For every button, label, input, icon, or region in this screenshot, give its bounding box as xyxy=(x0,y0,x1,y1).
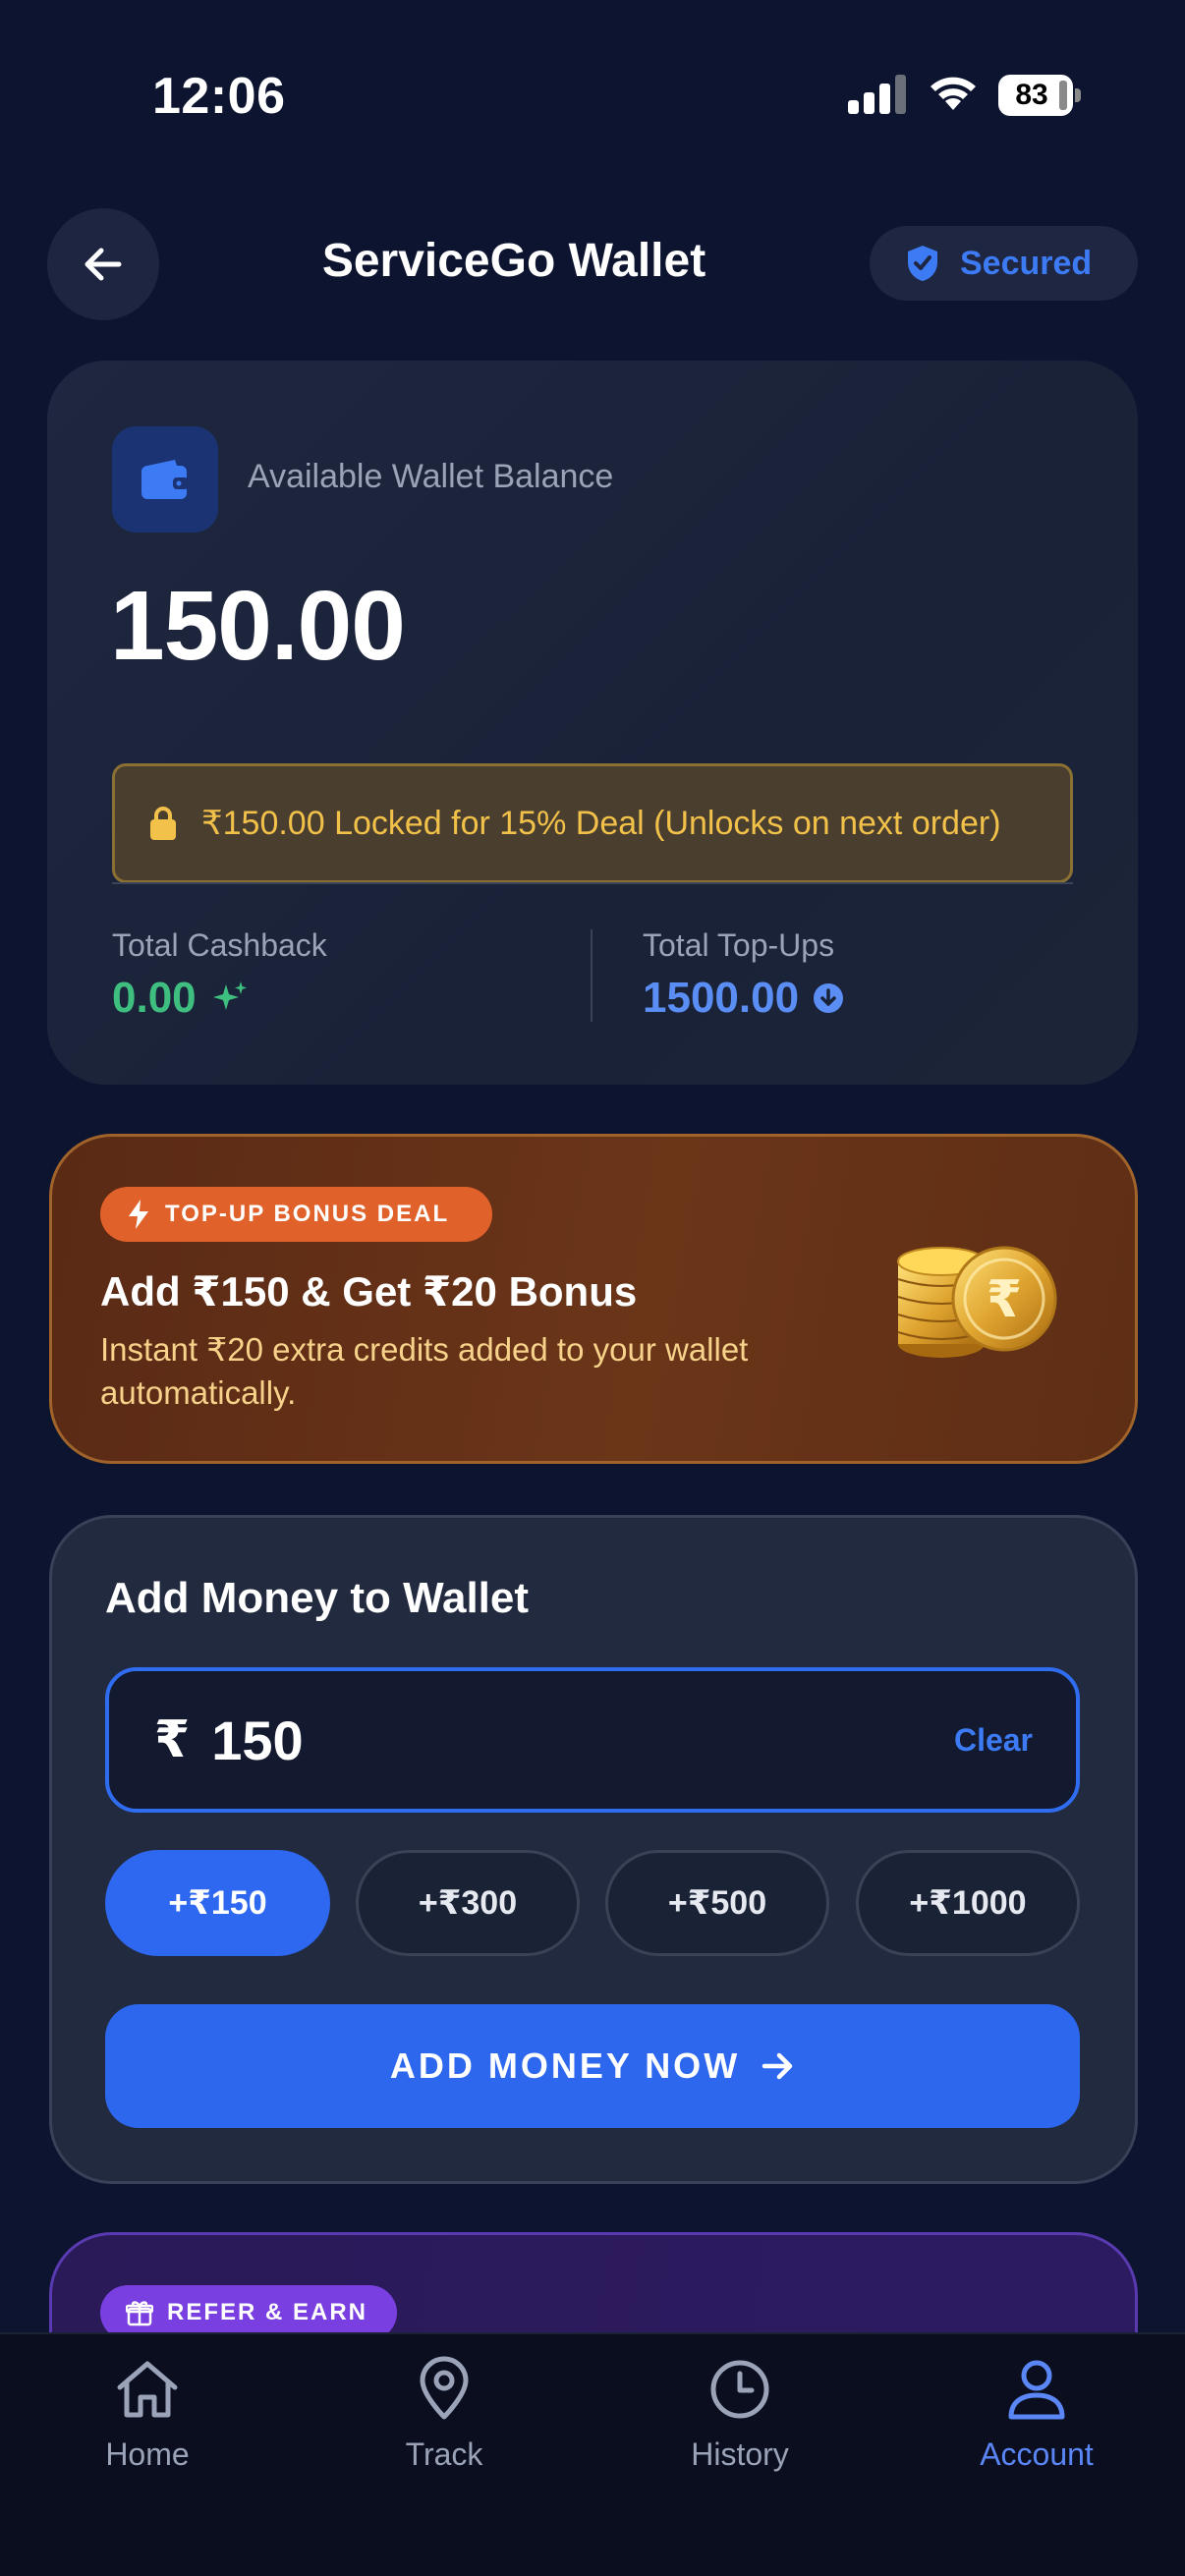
amount-value[interactable]: 150 xyxy=(211,1708,954,1772)
divider xyxy=(112,882,1073,884)
quick-amount-chip[interactable]: +₹1000 xyxy=(856,1850,1080,1956)
clock-icon xyxy=(710,2360,769,2419)
nav-item-label: Home xyxy=(105,2436,190,2472)
arrow-down-circle-icon xyxy=(814,983,844,1013)
status-time: 12:06 xyxy=(152,68,286,125)
arrow-right-icon xyxy=(762,2052,793,2080)
user-icon xyxy=(1008,2360,1065,2420)
locked-notice: ₹150.00 Locked for 15% Deal (Unlocks on … xyxy=(112,763,1073,883)
bonus-badge-label: TOP-UP BONUS DEAL xyxy=(165,1201,450,1227)
quick-amount-chip[interactable]: +₹150 xyxy=(105,1850,330,1956)
shield-check-icon xyxy=(908,246,937,281)
quick-amount-chip[interactable]: +₹300 xyxy=(356,1850,580,1956)
svg-text:₹: ₹ xyxy=(987,1270,1022,1329)
battery-level: 83 xyxy=(1015,79,1048,111)
home-icon xyxy=(117,2361,178,2418)
bonus-badge: TOP-UP BONUS DEAL xyxy=(100,1187,492,1242)
wallet-icon xyxy=(112,426,218,532)
nav-item-label: Account xyxy=(980,2436,1094,2472)
nav-item-history[interactable]: History xyxy=(642,2354,838,2473)
sparkle-icon xyxy=(212,981,247,1010)
currency-symbol: ₹ xyxy=(154,1711,191,1768)
nav-item-home[interactable]: Home xyxy=(49,2354,246,2473)
wifi-icon xyxy=(931,77,976,110)
nav-item-label: History xyxy=(691,2436,789,2472)
locked-notice-text: ₹150.00 Locked for 15% Deal (Unlocks on … xyxy=(201,805,1001,842)
secured-label: Secured xyxy=(960,244,1093,282)
add-money-button[interactable]: ADD MONEY NOW xyxy=(105,2004,1080,2128)
coin-stack-icon: ₹ xyxy=(897,1246,1057,1358)
lock-icon xyxy=(150,807,176,840)
secured-badge[interactable]: Secured xyxy=(870,226,1138,301)
nav-item-track[interactable]: Track xyxy=(346,2354,542,2473)
gift-icon xyxy=(126,2301,153,2326)
clear-button[interactable]: Clear xyxy=(954,1722,1033,1759)
add-money-button-label: ADD MONEY NOW xyxy=(389,2045,741,2086)
quick-amount-chip[interactable]: +₹500 xyxy=(605,1850,829,1956)
bonus-description: Instant ₹20 extra credits added to your … xyxy=(100,1331,749,1411)
topups-stat: Total Top-Ups 1500.00 xyxy=(643,927,844,1023)
cashback-value: 0.00 xyxy=(112,974,197,1022)
stat-separator xyxy=(591,929,592,1022)
battery-icon: 83 xyxy=(998,75,1081,116)
topups-label: Total Top-Ups xyxy=(643,927,835,963)
cashback-stat: Total Cashback 0.00 xyxy=(112,927,327,1023)
add-money-title: Add Money to Wallet xyxy=(105,1574,530,1622)
nav-item-label: Track xyxy=(405,2436,483,2472)
cashback-label: Total Cashback xyxy=(112,927,327,963)
location-pin-icon xyxy=(420,2356,469,2420)
bonus-title: Add ₹150 & Get ₹20 Bonus xyxy=(100,1268,638,1315)
nav-item-account[interactable]: Account xyxy=(938,2354,1135,2473)
topups-value: 1500.00 xyxy=(643,974,800,1022)
cellular-signal-icon xyxy=(848,75,907,114)
refer-badge-label: REFER & EARN xyxy=(167,2299,368,2325)
balance-amount: 150.00 xyxy=(110,571,406,681)
amount-input[interactable]: ₹ 150 Clear xyxy=(105,1667,1080,1813)
balance-label: Available Wallet Balance xyxy=(248,458,614,495)
lightning-icon xyxy=(129,1200,148,1229)
